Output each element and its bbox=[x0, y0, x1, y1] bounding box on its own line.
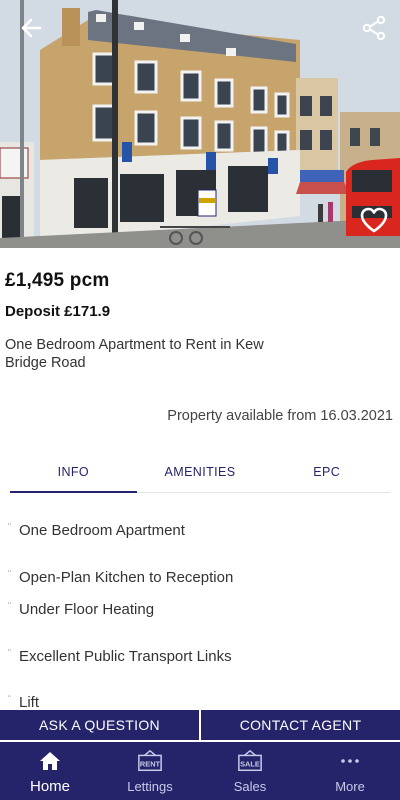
action-bar: ASK A QUESTION CONTACT AGENT bbox=[0, 710, 400, 740]
feature-text: Lift bbox=[19, 694, 40, 710]
nav-more[interactable]: More bbox=[300, 742, 400, 800]
list-item: ¨ Excellent Public Transport Links bbox=[8, 648, 232, 665]
tab-epc[interactable]: EPC bbox=[263, 452, 390, 492]
list-item: ¨ Open-Plan Kitchen to Reception bbox=[8, 569, 233, 586]
bullet-glyph: ¨ bbox=[8, 648, 11, 658]
rent-sign-icon: RENT bbox=[137, 749, 163, 773]
feature-text: Under Floor Heating bbox=[19, 601, 155, 618]
bottom-navigation: Home RENT Lettings SALE Sales More bbox=[0, 742, 400, 800]
nav-lettings[interactable]: RENT Lettings bbox=[100, 742, 200, 800]
feature-list: ¨ One Bedroom Apartment ¨ Open-Plan Kitche… bbox=[0, 500, 400, 710]
share-icon bbox=[362, 15, 386, 41]
back-arrow-icon bbox=[21, 18, 42, 38]
list-item: ¨ Lift bbox=[8, 694, 39, 710]
tab-info[interactable]: INFO bbox=[10, 452, 137, 493]
ask-question-button[interactable]: ASK A QUESTION bbox=[0, 710, 199, 740]
more-dots-icon bbox=[337, 749, 363, 773]
rent-price: £1,495 pcm bbox=[5, 270, 110, 291]
bullet-glyph: ¨ bbox=[8, 522, 11, 532]
sale-sign-text: SALE bbox=[240, 760, 260, 769]
nav-home[interactable]: Home bbox=[0, 742, 100, 800]
bullet-glyph: ¨ bbox=[8, 569, 11, 579]
property-photo[interactable] bbox=[0, 0, 400, 248]
property-photo-image bbox=[0, 0, 400, 248]
bullet-glyph: ¨ bbox=[8, 694, 11, 704]
nav-lettings-label: Lettings bbox=[127, 779, 173, 794]
availability-date: Property available from 16.03.2021 bbox=[167, 408, 393, 424]
back-button[interactable] bbox=[18, 14, 46, 42]
heart-outline-icon bbox=[360, 207, 388, 233]
feature-text: One Bedroom Apartment bbox=[19, 522, 185, 539]
home-icon bbox=[37, 749, 63, 773]
rent-sign-text: RENT bbox=[140, 760, 161, 769]
nav-more-label: More bbox=[335, 779, 365, 794]
share-button[interactable] bbox=[360, 14, 388, 42]
deposit-amount: Deposit £171.9 bbox=[5, 303, 111, 320]
list-item: ¨ Under Floor Heating bbox=[8, 601, 154, 618]
feature-text: Open-Plan Kitchen to Reception bbox=[19, 569, 234, 586]
contact-agent-button[interactable]: CONTACT AGENT bbox=[201, 710, 400, 740]
tab-amenities[interactable]: AMENITIES bbox=[137, 452, 264, 492]
detail-tabs: INFO AMENITIES EPC bbox=[10, 452, 390, 493]
feature-text: Excellent Public Transport Links bbox=[19, 648, 232, 665]
nav-home-label: Home bbox=[29, 778, 70, 795]
nav-sales[interactable]: SALE Sales bbox=[200, 742, 300, 800]
bullet-glyph: ¨ bbox=[8, 601, 11, 611]
nav-sales-label: Sales bbox=[233, 779, 267, 794]
list-item: ¨ One Bedroom Apartment bbox=[8, 522, 185, 539]
listing-title: One Bedroom Apartment to Rent in Kew Bri… bbox=[5, 337, 264, 371]
sale-sign-icon: SALE bbox=[237, 749, 263, 773]
favourite-button[interactable] bbox=[358, 204, 390, 236]
